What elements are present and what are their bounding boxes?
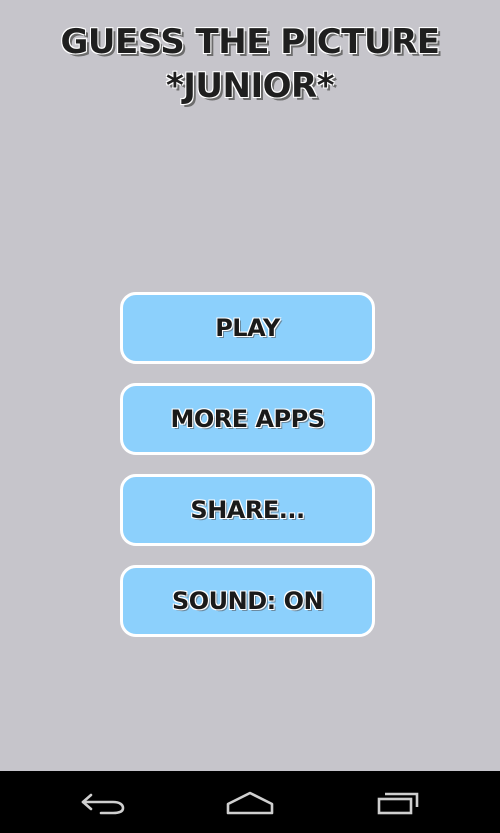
sound-toggle-button[interactable]: SOUND: ON	[120, 565, 375, 637]
recent-apps-icon	[377, 792, 419, 815]
back-button[interactable]	[74, 785, 134, 819]
app-title: GUESS THE PICTURE	[60, 22, 440, 62]
recent-apps-button[interactable]	[367, 785, 427, 819]
more-apps-button[interactable]: MORE APPS	[120, 383, 375, 455]
more-apps-button-label: MORE APPS	[170, 405, 325, 433]
home-button[interactable]	[220, 785, 280, 819]
app-subtitle: *JUNIOR*	[165, 66, 335, 106]
share-button-label: SHARE...	[190, 496, 305, 524]
app-screen: GUESS THE PICTURE *JUNIOR* PLAY MORE APP…	[0, 0, 500, 771]
play-button-label: PLAY	[215, 314, 280, 342]
back-icon	[81, 793, 125, 815]
share-button[interactable]: SHARE...	[120, 474, 375, 546]
play-button[interactable]: PLAY	[120, 292, 375, 364]
system-navigation-bar	[0, 771, 500, 833]
sound-toggle-label: SOUND: ON	[171, 587, 324, 615]
home-icon	[226, 791, 274, 815]
